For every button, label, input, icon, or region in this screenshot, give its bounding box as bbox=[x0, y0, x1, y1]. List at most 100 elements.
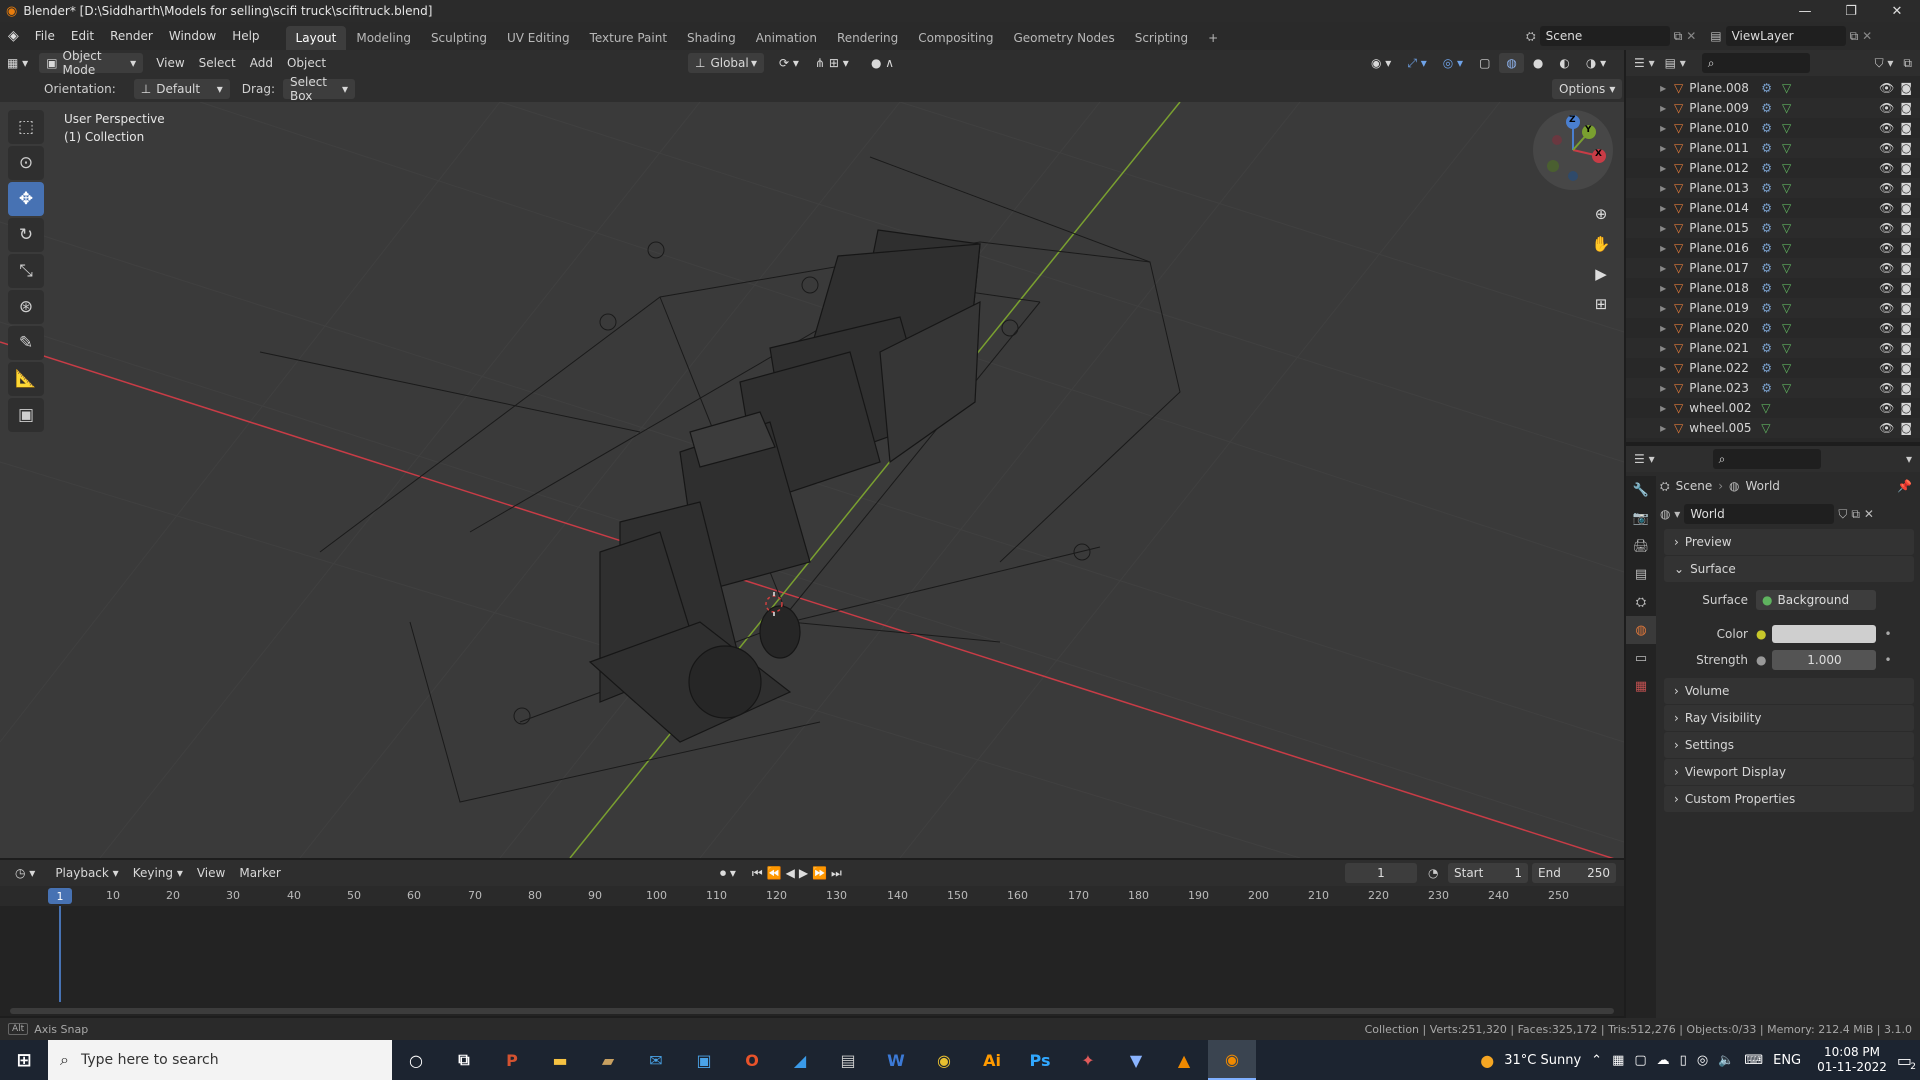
fake-user-icon[interactable]: ⛉ bbox=[1838, 507, 1847, 522]
camera-render-icon[interactable]: ◙ bbox=[1900, 401, 1912, 415]
clock-icon[interactable]: ◔ bbox=[1428, 866, 1438, 880]
list-item[interactable]: ▸ ▽ Plane.010 ⚙ ▽ 👁 ◙ bbox=[1626, 118, 1920, 138]
start-frame-field[interactable]: Start 1 bbox=[1448, 863, 1528, 883]
world-tab-icon[interactable]: ◍ bbox=[1626, 616, 1656, 644]
drag-dropdown[interactable]: Select Box ▾ bbox=[282, 75, 355, 103]
xray-toggle-icon[interactable]: ▢ bbox=[1472, 53, 1497, 73]
proportional-edit-icon[interactable]: ● ∧ bbox=[864, 53, 901, 73]
properties-editor-icon[interactable]: ☰ ▾ bbox=[1634, 452, 1655, 466]
expand-icon[interactable]: ▸ bbox=[1626, 181, 1670, 195]
eye-icon[interactable]: 👁 bbox=[1879, 381, 1894, 395]
cortana-icon[interactable]: ○ bbox=[392, 1040, 440, 1080]
tab-shading[interactable]: Shading bbox=[677, 26, 746, 50]
eye-icon[interactable]: 👁 bbox=[1879, 141, 1894, 155]
color-swatch[interactable] bbox=[1772, 625, 1877, 643]
end-frame-field[interactable]: End 250 bbox=[1532, 863, 1616, 883]
tab-sculpting[interactable]: Sculpting bbox=[421, 26, 497, 50]
eye-icon[interactable]: 👁 bbox=[1879, 401, 1894, 415]
transform-orientation-dropdown[interactable]: ⊥ Global ▾ bbox=[688, 53, 764, 73]
new-scene-icon[interactable]: ⧉ bbox=[1674, 29, 1683, 44]
menu-view[interactable]: View bbox=[149, 53, 191, 73]
list-item[interactable]: ▸ ▽ Plane.013 ⚙ ▽ 👁 ◙ bbox=[1626, 178, 1920, 198]
camera-render-icon[interactable]: ◙ bbox=[1900, 181, 1912, 195]
transform-tool-icon[interactable]: ⊛ bbox=[8, 290, 44, 324]
breadcrumb-scene[interactable]: Scene bbox=[1676, 479, 1713, 493]
gizmo-toggle-icon[interactable]: ⤢ ▾ bbox=[1400, 53, 1433, 73]
expand-icon[interactable]: ▸ bbox=[1626, 421, 1670, 435]
vlc-icon[interactable]: ▲ bbox=[1160, 1040, 1208, 1080]
keyframe-dot-icon[interactable]: • bbox=[1884, 627, 1891, 641]
timeline-editor-icon[interactable]: ◷ ▾ bbox=[8, 863, 42, 883]
tab-animation[interactable]: Animation bbox=[746, 26, 827, 50]
select-box-tool-icon[interactable]: ⬚ bbox=[8, 110, 44, 144]
menu-add[interactable]: Add bbox=[243, 53, 280, 73]
duplicate-world-icon[interactable]: ⧉ bbox=[1851, 507, 1860, 522]
eye-icon[interactable]: 👁 bbox=[1879, 201, 1894, 215]
current-frame-field[interactable]: 1 bbox=[1345, 863, 1417, 883]
notification-icon[interactable]: ▭ 2 bbox=[1897, 1051, 1916, 1072]
store-icon[interactable]: ▣ bbox=[680, 1040, 728, 1080]
expand-icon[interactable]: ▸ bbox=[1626, 101, 1670, 115]
camera-render-icon[interactable]: ◙ bbox=[1900, 221, 1912, 235]
annotate-tool-icon[interactable]: ✎ bbox=[8, 326, 44, 360]
jump-keyframe-forward-icon[interactable]: ⏩ bbox=[812, 866, 827, 880]
list-item[interactable]: ▸ ▽ Plane.019 ⚙ ▽ 👁 ◙ bbox=[1626, 298, 1920, 318]
language-indicator[interactable]: ENG bbox=[1773, 1053, 1801, 1068]
add-cube-tool-icon[interactable]: ▣ bbox=[8, 398, 44, 432]
camera-render-icon[interactable]: ◙ bbox=[1900, 241, 1912, 255]
tool-tab-icon[interactable]: 🔧 bbox=[1626, 476, 1656, 504]
panel-settings[interactable]: › Settings bbox=[1664, 732, 1914, 758]
rotate-tool-icon[interactable]: ↻ bbox=[8, 218, 44, 252]
panel-viewport-display[interactable]: › Viewport Display bbox=[1664, 759, 1914, 785]
app-icon[interactable]: ◢ bbox=[776, 1040, 824, 1080]
expand-icon[interactable]: ▸ bbox=[1626, 301, 1670, 315]
measure-tool-icon[interactable]: 📐 bbox=[8, 362, 44, 396]
list-item[interactable]: ▸ ▽ wheel.005 ▽ 👁 ◙ bbox=[1626, 418, 1920, 438]
powerpoint-icon[interactable]: P bbox=[488, 1040, 536, 1080]
camera-render-icon[interactable]: ◙ bbox=[1900, 321, 1912, 335]
expand-icon[interactable]: ▸ bbox=[1626, 241, 1670, 255]
pin-icon[interactable]: 📌 bbox=[1897, 479, 1912, 493]
menu-file[interactable]: File bbox=[27, 22, 63, 50]
timeline-menu-view[interactable]: View bbox=[190, 863, 232, 883]
camera-render-icon[interactable]: ◙ bbox=[1900, 81, 1912, 95]
tab-layout[interactable]: Layout bbox=[285, 26, 347, 50]
render-tab-icon[interactable]: 📷 bbox=[1626, 504, 1656, 532]
ortho-grid-icon[interactable]: ⊞ bbox=[1587, 290, 1615, 318]
expand-icon[interactable]: ▸ bbox=[1626, 261, 1670, 275]
weather-icon[interactable]: ● bbox=[1480, 1051, 1494, 1070]
camera-render-icon[interactable]: ◙ bbox=[1900, 141, 1912, 155]
collection-tab-icon[interactable]: ▭ bbox=[1626, 644, 1656, 672]
photoshop-icon[interactable]: Ps bbox=[1016, 1040, 1064, 1080]
expand-icon[interactable]: ▸ bbox=[1626, 141, 1670, 155]
menu-render[interactable]: Render bbox=[102, 22, 161, 50]
list-item[interactable]: ▸ ▽ Plane.022 ⚙ ▽ 👁 ◙ bbox=[1626, 358, 1920, 378]
breadcrumb-world[interactable]: World bbox=[1746, 479, 1780, 493]
battery-icon[interactable]: ▯ bbox=[1680, 1053, 1687, 1068]
minimize-button[interactable]: — bbox=[1782, 0, 1828, 22]
expand-icon[interactable]: ▸ bbox=[1626, 81, 1670, 95]
timeline-area[interactable] bbox=[0, 906, 1624, 1016]
filter-icon[interactable]: ⛉ ▾ bbox=[1875, 56, 1894, 71]
autokey-record-icon[interactable]: ⏺ ▾ bbox=[720, 866, 736, 881]
expand-icon[interactable]: ▸ bbox=[1626, 121, 1670, 135]
tab-scripting[interactable]: Scripting bbox=[1125, 26, 1198, 50]
camera-render-icon[interactable]: ◙ bbox=[1900, 301, 1912, 315]
snap-icon[interactable]: ⋔ ⊞ ▾ bbox=[808, 53, 856, 73]
eye-icon[interactable]: 👁 bbox=[1879, 161, 1894, 175]
tray-chevron-icon[interactable]: ⌃ bbox=[1591, 1053, 1602, 1068]
eye-icon[interactable]: 👁 bbox=[1879, 101, 1894, 115]
word-icon[interactable]: W bbox=[872, 1040, 920, 1080]
panel-surface[interactable]: ⌄ Surface bbox=[1664, 556, 1914, 582]
tab-modeling[interactable]: Modeling bbox=[346, 26, 421, 50]
expand-icon[interactable]: ▸ bbox=[1626, 361, 1670, 375]
delete-scene-icon[interactable]: ✕ bbox=[1686, 29, 1696, 43]
camera-render-icon[interactable]: ◙ bbox=[1900, 121, 1912, 135]
scale-tool-icon[interactable]: ⤡ bbox=[8, 254, 44, 288]
eye-icon[interactable]: 👁 bbox=[1879, 221, 1894, 235]
chrome-icon[interactable]: ◉ bbox=[920, 1040, 968, 1080]
visibility-icon[interactable]: ◉ ▾ bbox=[1364, 53, 1398, 73]
zoom-icon[interactable]: ⊕ bbox=[1587, 200, 1615, 228]
tray-app-icon[interactable]: ▦ bbox=[1612, 1053, 1624, 1068]
eye-icon[interactable]: 👁 bbox=[1879, 341, 1894, 355]
